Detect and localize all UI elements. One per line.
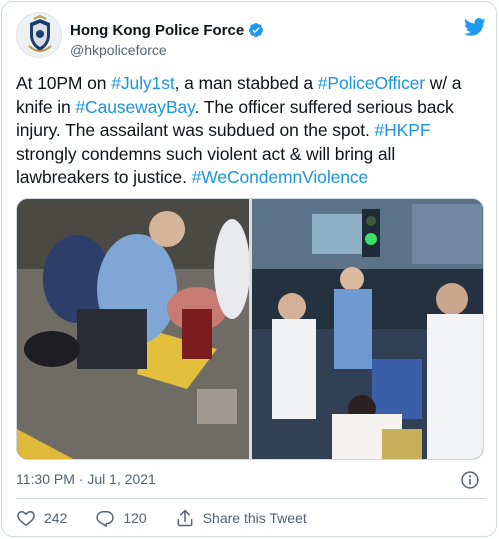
info-icon[interactable] [460,470,480,490]
tweet-meta: 11:30 PM · Jul 1, 2021 [16,471,486,491]
reply-button[interactable]: 120 [95,508,147,528]
share-icon [177,509,193,527]
reply-count: 120 [123,510,147,526]
police-crest-icon [17,13,61,57]
photo-street-scene[interactable] [252,199,483,459]
share-label: Share this Tweet [202,510,307,526]
tweet-header: Hong Kong Police Force @hkpoliceforce [16,12,486,62]
hashtag-link[interactable]: #PoliceOfficer [318,73,425,93]
tweet-text: At 10PM on #July1st, a man stabbed a #Po… [16,72,488,190]
photo-officer-injured[interactable] [17,199,249,459]
tweet-actions: 242 120 Share this Tweet [16,507,335,529]
reply-icon [96,511,115,527]
author-name[interactable]: Hong Kong Police Force [70,22,244,39]
author-handle[interactable]: @hkpoliceforce [70,42,167,58]
tweet-timestamp[interactable]: 11:30 PM · Jul 1, 2021 [16,471,156,487]
hashtag-link[interactable]: #WeCondemnViolence [192,167,369,187]
hashtag-link[interactable]: #July1st [111,73,175,93]
tweet-media[interactable] [16,198,484,460]
hashtag-link[interactable]: #HKPF [375,120,431,140]
tweet-text-segment: , a man stabbed a [174,73,318,93]
avatar[interactable] [16,12,62,58]
tweet-text-segment: At 10PM on [16,73,112,93]
like-button[interactable]: 242 [16,508,67,528]
share-button[interactable]: Share this Tweet [175,508,307,528]
tweet-card[interactable]: Hong Kong Police Force @hkpoliceforce At… [1,1,497,537]
hashtag-link[interactable]: #CausewayBay [75,97,194,117]
divider [16,498,486,499]
verified-badge-icon [248,22,264,38]
heart-icon [17,511,35,526]
twitter-bird-icon[interactable] [464,16,486,38]
like-count: 242 [44,510,68,526]
